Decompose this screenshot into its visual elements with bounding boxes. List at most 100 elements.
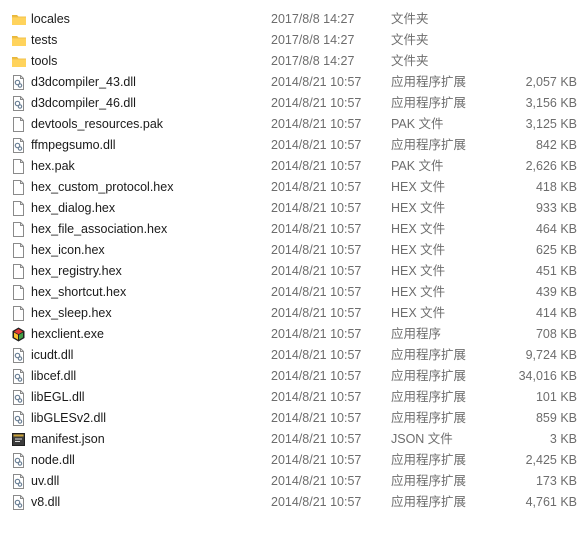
file-name: hex_shortcut.hex — [31, 285, 127, 299]
file-date-modified: 2017/8/8 14:27 — [271, 33, 355, 47]
file-size: 708 KB — [535, 327, 577, 341]
file-row[interactable]: tests 2017/8/8 14:27 文件夹 — [0, 30, 586, 51]
dll-icon — [11, 389, 26, 406]
file-date-modified: 2014/8/21 10:57 — [271, 201, 362, 215]
file-type: 文件夹 — [391, 54, 429, 68]
file-row[interactable]: manifest.json 2014/8/21 10:57 JSON 文件 3 KB — [0, 429, 586, 450]
file-type: 文件夹 — [391, 12, 429, 26]
file-type: 应用程序扩展 — [391, 495, 467, 509]
file-date-modified: 2014/8/21 10:57 — [271, 495, 362, 509]
file-row[interactable]: libcef.dll 2014/8/21 10:57 应用程序扩展 34,016 KB — [0, 366, 586, 387]
file-date-modified: 2014/8/21 10:57 — [271, 180, 362, 194]
file-type: 应用程序扩展 — [391, 348, 467, 362]
file-row[interactable]: devtools_resources.pak 2014/8/21 10:57 PAK… — [0, 114, 586, 135]
file-size: 9,724 KB — [525, 348, 577, 362]
file-row[interactable]: d3dcompiler_43.dll 2014/8/21 10:57 应用程序扩展 2… — [0, 72, 586, 93]
folder-icon — [11, 53, 26, 70]
file-name: d3dcompiler_46.dll — [31, 96, 136, 110]
file-type: 应用程序扩展 — [391, 474, 467, 488]
exe-icon — [11, 326, 26, 343]
file-type: 应用程序扩展 — [391, 138, 467, 152]
file-type: HEX 文件 — [391, 285, 446, 299]
file-row[interactable]: tools 2017/8/8 14:27 文件夹 — [0, 51, 586, 72]
file-name: d3dcompiler_43.dll — [31, 75, 136, 89]
file-row[interactable]: hex_icon.hex 2014/8/21 10:57 HEX 文件 625 KB — [0, 240, 586, 261]
dll-icon — [11, 368, 26, 385]
file-row[interactable]: hex.pak 2014/8/21 10:57 PAK 文件 2,626 KB — [0, 156, 586, 177]
file-type: 应用程序扩展 — [391, 390, 467, 404]
file-row[interactable]: hex_shortcut.hex 2014/8/21 10:57 HEX 文件 439… — [0, 282, 586, 303]
file-size: 3 KB — [549, 432, 577, 446]
file-icon — [11, 116, 26, 133]
file-size: 933 KB — [535, 201, 577, 215]
file-name: libEGL.dll — [31, 390, 85, 404]
file-size: 2,626 KB — [525, 159, 577, 173]
folder-icon — [11, 32, 26, 49]
file-size: 4,761 KB — [525, 495, 577, 509]
file-date-modified: 2014/8/21 10:57 — [271, 264, 362, 278]
file-row[interactable]: ffmpegsumo.dll 2014/8/21 10:57 应用程序扩展 842 K… — [0, 135, 586, 156]
file-name: tools — [31, 54, 58, 68]
file-row[interactable]: d3dcompiler_46.dll 2014/8/21 10:57 应用程序扩展 3… — [0, 93, 586, 114]
file-row[interactable]: locales 2017/8/8 14:27 文件夹 — [0, 9, 586, 30]
file-row[interactable]: hexclient.exe 2014/8/21 10:57 应用程序 708 KB — [0, 324, 586, 345]
file-size: 625 KB — [535, 243, 577, 257]
file-date-modified: 2014/8/21 10:57 — [271, 96, 362, 110]
file-type: HEX 文件 — [391, 306, 446, 320]
file-date-modified: 2014/8/21 10:57 — [271, 138, 362, 152]
file-row[interactable]: icudt.dll 2014/8/21 10:57 应用程序扩展 9,724 KB — [0, 345, 586, 366]
file-date-modified: 2014/8/21 10:57 — [271, 432, 362, 446]
file-size: 414 KB — [535, 306, 577, 320]
file-row[interactable]: hex_dialog.hex 2014/8/21 10:57 HEX 文件 933 K… — [0, 198, 586, 219]
file-row[interactable]: hex_registry.hex 2014/8/21 10:57 HEX 文件 451… — [0, 261, 586, 282]
file-icon — [11, 200, 26, 217]
file-name: ffmpegsumo.dll — [31, 138, 116, 152]
file-date-modified: 2014/8/21 10:57 — [271, 369, 362, 383]
file-date-modified: 2014/8/21 10:57 — [271, 348, 362, 362]
json-icon — [11, 431, 26, 448]
file-type: HEX 文件 — [391, 222, 446, 236]
file-icon — [11, 263, 26, 280]
file-size: 101 KB — [535, 390, 577, 404]
file-name: hex_icon.hex — [31, 243, 105, 257]
file-row[interactable]: libGLESv2.dll 2014/8/21 10:57 应用程序扩展 859 KB — [0, 408, 586, 429]
file-name: libcef.dll — [31, 369, 77, 383]
file-type: 应用程序扩展 — [391, 75, 467, 89]
file-row[interactable]: v8.dll 2014/8/21 10:57 应用程序扩展 4,761 KB — [0, 492, 586, 513]
file-size: 439 KB — [535, 285, 577, 299]
file-row[interactable]: hex_custom_protocol.hex 2014/8/21 10:57 HE… — [0, 177, 586, 198]
file-name: locales — [31, 12, 70, 26]
file-date-modified: 2014/8/21 10:57 — [271, 306, 362, 320]
file-size: 34,016 KB — [518, 369, 577, 383]
file-date-modified: 2014/8/21 10:57 — [271, 474, 362, 488]
file-date-modified: 2014/8/21 10:57 — [271, 117, 362, 131]
file-size: 3,125 KB — [525, 117, 577, 131]
file-type: 应用程序扩展 — [391, 411, 467, 425]
file-name: manifest.json — [31, 432, 105, 446]
file-date-modified: 2014/8/21 10:57 — [271, 75, 362, 89]
file-name: hex_sleep.hex — [31, 306, 112, 320]
dll-icon — [11, 410, 26, 427]
file-name: hex_file_association.hex — [31, 222, 168, 236]
dll-icon — [11, 74, 26, 91]
file-type: 应用程序扩展 — [391, 453, 467, 467]
dll-icon — [11, 95, 26, 112]
file-type: HEX 文件 — [391, 201, 446, 215]
file-row[interactable]: hex_file_association.hex 2014/8/21 10:57 H… — [0, 219, 586, 240]
file-name: libGLESv2.dll — [31, 411, 107, 425]
file-type: 应用程序扩展 — [391, 96, 467, 110]
file-name: hex_registry.hex — [31, 264, 122, 278]
file-name: hex.pak — [31, 159, 75, 173]
file-name: v8.dll — [31, 495, 61, 509]
file-row[interactable]: node.dll 2014/8/21 10:57 应用程序扩展 2,425 KB — [0, 450, 586, 471]
file-type: PAK 文件 — [391, 159, 444, 173]
file-type: 应用程序 — [391, 327, 442, 341]
file-size: 842 KB — [535, 138, 577, 152]
file-row[interactable]: uv.dll 2014/8/21 10:57 应用程序扩展 173 KB — [0, 471, 586, 492]
file-type: HEX 文件 — [391, 243, 446, 257]
file-size: 3,156 KB — [525, 96, 577, 110]
file-name: node.dll — [31, 453, 75, 467]
file-row[interactable]: hex_sleep.hex 2014/8/21 10:57 HEX 文件 414 KB — [0, 303, 586, 324]
file-name: hexclient.exe — [31, 327, 104, 341]
file-row[interactable]: libEGL.dll 2014/8/21 10:57 应用程序扩展 101 KB — [0, 387, 586, 408]
